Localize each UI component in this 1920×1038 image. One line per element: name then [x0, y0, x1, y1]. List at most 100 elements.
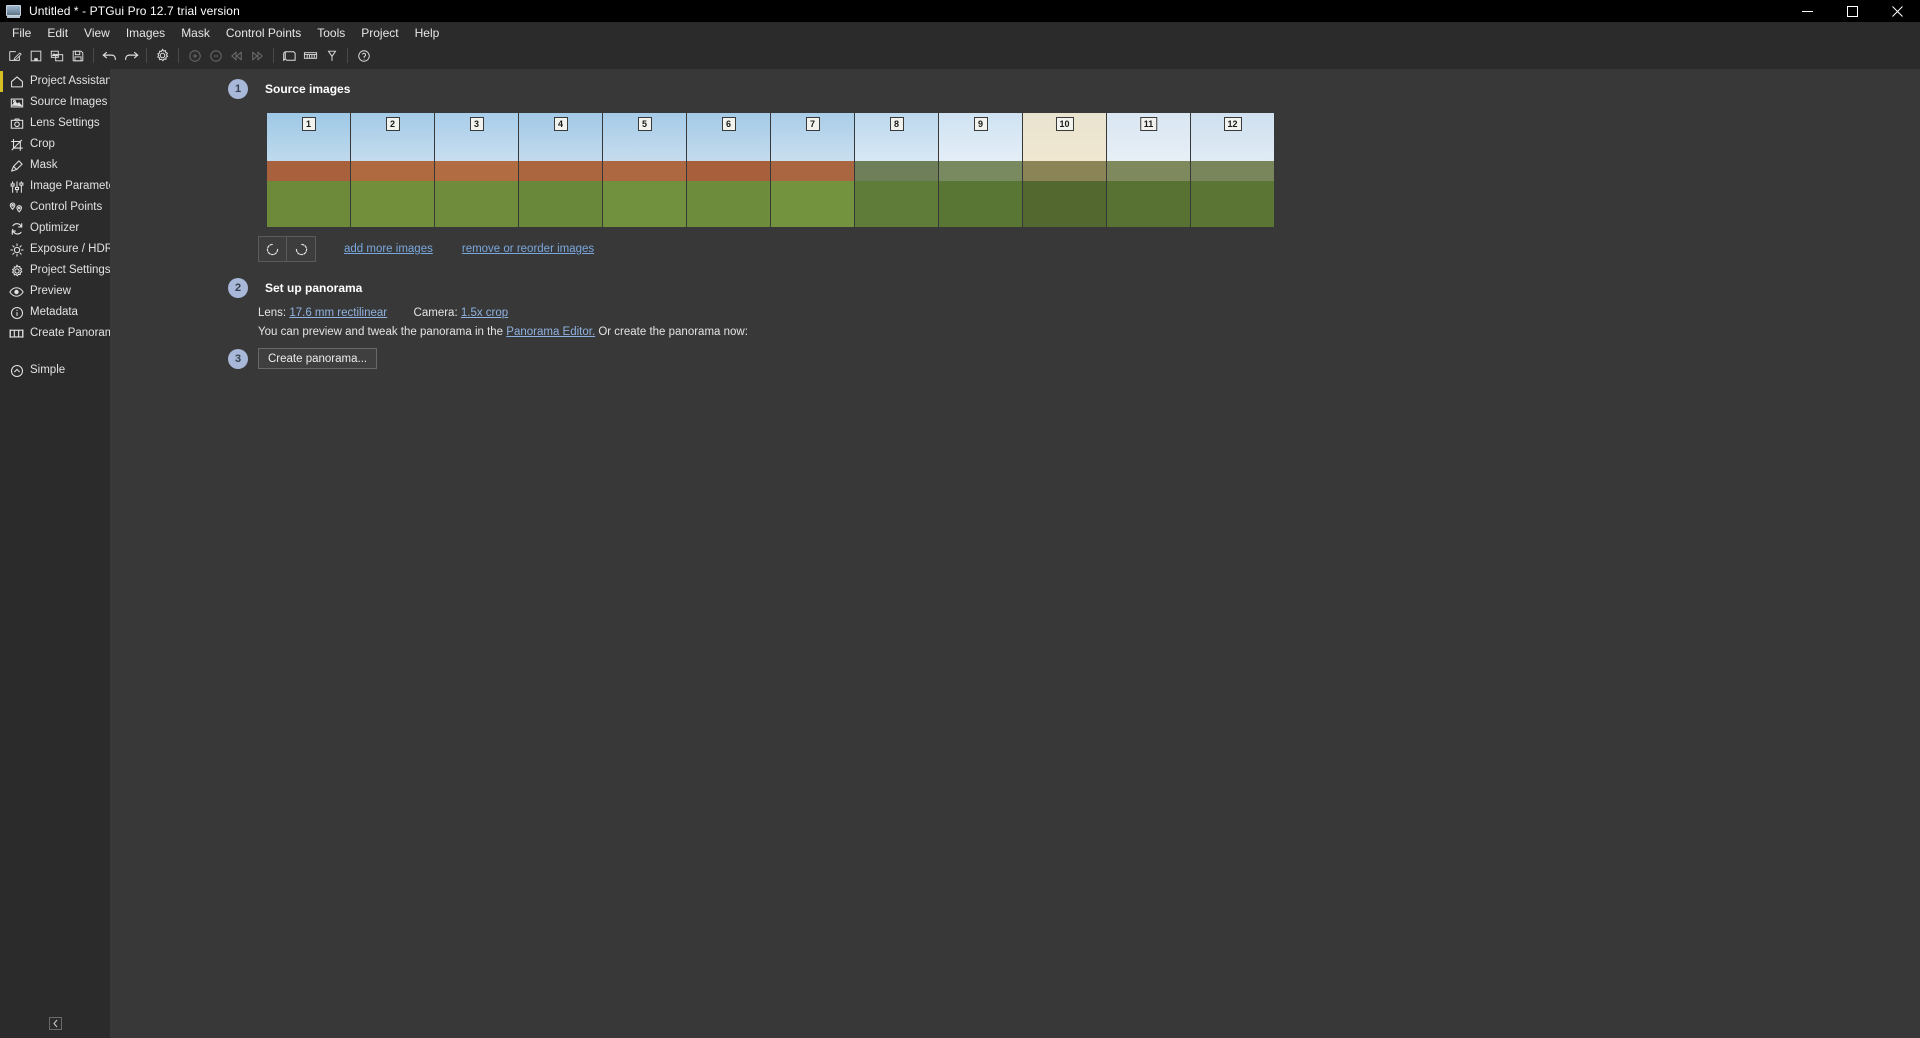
- thumbnail-11[interactable]: 11: [1107, 113, 1190, 227]
- remove-or-reorder-images-link[interactable]: remove or reorder images: [462, 243, 594, 255]
- thumb-ground: [267, 181, 350, 227]
- thumb-ground: [855, 181, 938, 227]
- open-project-icon[interactable]: [26, 46, 45, 66]
- chevron-up-circle-icon: [9, 363, 24, 378]
- thumbnail-7[interactable]: 7: [771, 113, 854, 227]
- toolbar-separator: [347, 48, 348, 63]
- thumbnail-1[interactable]: 1: [267, 113, 350, 227]
- panorama-editor-line: You can preview and tweak the panorama i…: [258, 326, 748, 338]
- toolbar: [0, 43, 1920, 69]
- thumbnail-8[interactable]: 8: [855, 113, 938, 227]
- lens-label: Lens:: [258, 307, 287, 319]
- undo-icon[interactable]: [100, 46, 119, 66]
- rotate-counterclockwise-icon[interactable]: [259, 237, 287, 261]
- sidebar-item-lens-settings[interactable]: Lens Settings: [0, 113, 110, 134]
- thumbnail-number-badge: 12: [1223, 117, 1242, 131]
- chevron-left-icon[interactable]: [48, 1017, 62, 1030]
- lens-value-link[interactable]: 17.6 mm rectilinear: [289, 307, 387, 319]
- thumb-ground: [1023, 181, 1106, 227]
- sidebar-item-crop[interactable]: Crop: [0, 134, 110, 155]
- menu-view[interactable]: View: [76, 23, 118, 43]
- thumbnail-number-badge: 2: [385, 117, 400, 131]
- thumbnail-12[interactable]: 12: [1191, 113, 1274, 227]
- sidebar-label: Exposure / HDR: [30, 243, 114, 255]
- minimize-icon[interactable]: [1785, 0, 1830, 22]
- camera-value-link[interactable]: 1.5x crop: [461, 307, 508, 319]
- thumbnail-number-badge: 10: [1055, 117, 1074, 131]
- menu-bar: File Edit View Images Mask Control Point…: [0, 22, 1920, 43]
- panorama-editor-link[interactable]: Panorama Editor.: [506, 326, 595, 338]
- menu-tools[interactable]: Tools: [309, 23, 353, 43]
- preview-text-after: Or create the panorama now:: [595, 326, 748, 338]
- save-project-icon[interactable]: [68, 46, 87, 66]
- menu-images[interactable]: Images: [118, 23, 173, 43]
- thumb-ground: [435, 181, 518, 227]
- thumbnail-number-badge: 8: [889, 117, 904, 131]
- thumbnail-6[interactable]: 6: [687, 113, 770, 227]
- menu-control-points[interactable]: Control Points: [218, 23, 309, 43]
- grid-icon[interactable]: [301, 46, 320, 66]
- close-icon[interactable]: [1875, 0, 1920, 22]
- thumbnail-number-badge: 7: [805, 117, 820, 131]
- window-controls: [1785, 0, 1920, 22]
- toolbar-separator: [178, 48, 179, 63]
- sidebar-item-mask[interactable]: Mask: [0, 155, 110, 176]
- menu-help[interactable]: Help: [407, 23, 448, 43]
- thumbnail-3[interactable]: 3: [435, 113, 518, 227]
- thumbnail-5[interactable]: 5: [603, 113, 686, 227]
- step-2-title: Set up panorama: [265, 281, 363, 295]
- image-icon: [9, 95, 24, 110]
- menu-mask[interactable]: Mask: [173, 23, 218, 43]
- sidebar-label: Mask: [30, 159, 58, 171]
- menu-project[interactable]: Project: [353, 23, 406, 43]
- sidebar-item-source-images[interactable]: Source Images: [0, 92, 110, 113]
- zoom-out-icon: [206, 46, 225, 66]
- thumbnail-2[interactable]: 2: [351, 113, 434, 227]
- help-circle-icon[interactable]: [354, 46, 373, 66]
- thumb-ground: [519, 181, 602, 227]
- settings-gear-icon[interactable]: [153, 46, 172, 66]
- sidebar-label: Preview: [30, 285, 71, 297]
- step-1-row: 1 Source images: [228, 79, 350, 99]
- sidebar-label: Optimizer: [30, 222, 80, 234]
- thumbnail-number-badge: 9: [973, 117, 988, 131]
- sidebar-mode-toggle[interactable]: Simple: [0, 360, 110, 381]
- thumbnail-9[interactable]: 9: [939, 113, 1022, 227]
- menu-edit[interactable]: Edit: [39, 23, 76, 43]
- thumbnail-number-badge: 5: [637, 117, 652, 131]
- thumbnail-number-badge: 1: [301, 117, 316, 131]
- camera-label: Camera:: [413, 307, 458, 319]
- sidebar-item-preview[interactable]: Preview: [0, 281, 110, 302]
- thumb-ground: [603, 181, 686, 227]
- sidebar-item-exposure-hdr[interactable]: Exposure / HDR: [0, 239, 114, 260]
- align-images-icon[interactable]: [280, 46, 299, 66]
- redo-icon[interactable]: [121, 46, 140, 66]
- lens-camera-line: Lens: 17.6 mm rectilinear Camera: 1.5x c…: [258, 307, 508, 319]
- new-project-icon[interactable]: [5, 46, 24, 66]
- step-1-badge: 1: [228, 79, 248, 99]
- sidebar-item-metadata[interactable]: Metadata: [0, 302, 110, 323]
- sidebar-label: Create Panorama: [30, 327, 121, 339]
- sidebar: Project Assistant Source Images Lens Set…: [0, 69, 125, 1038]
- sidebar-collapse-holder: [0, 1017, 110, 1030]
- thumbnail-number-badge: 4: [553, 117, 568, 131]
- sidebar-item-optimizer[interactable]: Optimizer: [0, 218, 110, 239]
- control-point-icon[interactable]: [322, 46, 341, 66]
- load-images-icon[interactable]: [47, 46, 66, 66]
- sidebar-item-project-settings[interactable]: Project Settings: [0, 260, 111, 281]
- sidebar-item-create-panorama[interactable]: Create Panorama: [0, 323, 121, 344]
- toolbar-separator: [146, 48, 147, 63]
- toolbar-separator: [93, 48, 94, 63]
- main-panel: 1 Source images 1 2 3 4 5 6 7 8 9 10 11 …: [110, 69, 1920, 1038]
- add-more-images-link[interactable]: add more images: [344, 243, 433, 255]
- maximize-icon[interactable]: [1830, 0, 1875, 22]
- menu-file[interactable]: File: [4, 23, 39, 43]
- create-panorama-button[interactable]: Create panorama...: [258, 348, 378, 369]
- rotate-clockwise-icon[interactable]: [287, 237, 315, 261]
- sidebar-item-project-assistant[interactable]: Project Assistant: [0, 71, 115, 92]
- sidebar-item-control-points[interactable]: Control Points: [0, 197, 110, 218]
- thumbnail-10[interactable]: 10: [1023, 113, 1106, 227]
- thumbnail-4[interactable]: 4: [519, 113, 602, 227]
- sidebar-item-image-parameters[interactable]: Image Parameters: [0, 176, 125, 197]
